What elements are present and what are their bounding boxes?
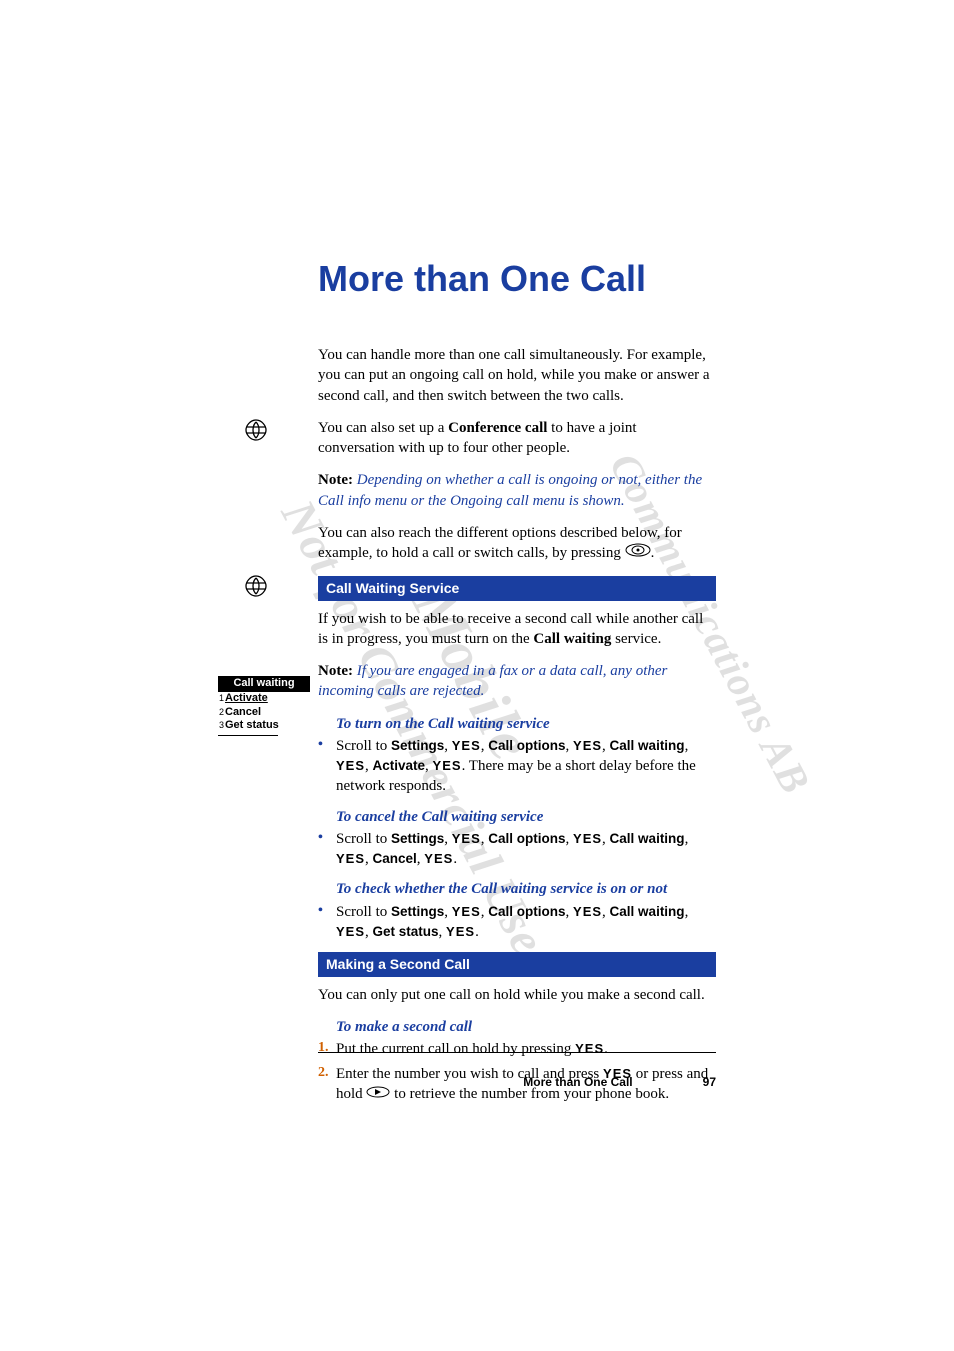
phone-menu-item: 2 Cancel (218, 706, 310, 720)
procedure-title: To check whether the Call waiting servic… (336, 879, 716, 899)
paragraph: You can handle more than one call simult… (318, 345, 716, 406)
phone-menu-title: Call waiting (218, 676, 310, 692)
footer-divider (318, 1052, 716, 1053)
numbered-step: 1. Put the current call on hold by press… (318, 1039, 716, 1059)
body-content: You can handle more than one call simult… (318, 345, 716, 1109)
paragraph: You can also set up a Conference call to… (318, 418, 716, 459)
phone-menu-screenshot: Call waiting 1 Activate 2 Cancel 3 Get s… (218, 676, 310, 736)
bullet-icon: • (318, 829, 336, 870)
paragraph: You can also reach the different options… (318, 523, 716, 564)
page-title: More than One Call (318, 258, 646, 300)
footer-section-name: More than One Call (523, 1075, 632, 1089)
phone-menu-item: 1 Activate (218, 692, 310, 706)
bullet-icon: • (318, 902, 336, 943)
procedure-title: To cancel the Call waiting service (336, 807, 716, 827)
network-icon (242, 572, 270, 600)
section-heading: Making a Second Call (318, 952, 716, 977)
divider (218, 735, 278, 736)
step-number: 1. (318, 1039, 336, 1059)
procedure-title: To make a second call (336, 1017, 716, 1037)
paragraph: You can only put one call on hold while … (318, 985, 716, 1005)
paragraph: If you wish to be able to receive a seco… (318, 609, 716, 650)
phone-menu-item: 3 Get status (218, 719, 310, 733)
bullet-item: • Scroll to Settings, YES, Call options,… (318, 736, 716, 797)
note: Note: If you are engaged in a fax or a d… (318, 661, 716, 702)
network-icon (242, 416, 270, 444)
procedure-title: To turn on the Call waiting service (336, 714, 716, 734)
options-key-icon (625, 543, 651, 563)
note: Note: Depending on whether a call is ong… (318, 470, 716, 511)
section-heading: Call Waiting Service (318, 576, 716, 601)
bullet-icon: • (318, 736, 336, 797)
page-footer: More than One Call 97 (318, 1075, 716, 1089)
page-number: 97 (703, 1075, 716, 1089)
bullet-item: • Scroll to Settings, YES, Call options,… (318, 902, 716, 943)
bullet-item: • Scroll to Settings, YES, Call options,… (318, 829, 716, 870)
